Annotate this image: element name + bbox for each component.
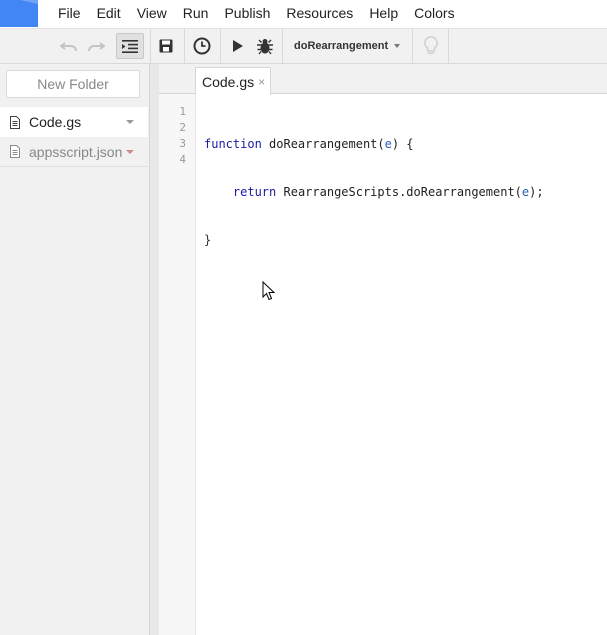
line-number-gutter: 1 2 3 4 — [159, 94, 196, 635]
file-item-appsscript-json[interactable]: appsscript.json — [0, 137, 148, 167]
apps-script-logo-icon[interactable] — [0, 0, 38, 27]
menu-edit[interactable]: Edit — [89, 1, 129, 25]
keyword-return: return — [232, 185, 277, 199]
code-line-1: function doRearrangement(e) { — [204, 136, 604, 152]
file-name: appsscript.json — [29, 143, 123, 160]
run-icon[interactable] — [224, 33, 252, 59]
param: e — [384, 137, 392, 151]
function-select[interactable]: doRearrangement — [286, 33, 410, 59]
save-icon[interactable] — [152, 33, 180, 59]
code-punct: ) { — [391, 137, 414, 151]
file-menu-chevron-icon[interactable] — [126, 150, 134, 154]
menu-items: File Edit View Run Publish Resources Hel… — [48, 0, 463, 25]
editor-tab-bar: Code.gs × — [159, 64, 607, 95]
menu-resources[interactable]: Resources — [278, 1, 361, 25]
toolbar-separator — [220, 29, 221, 64]
toolbar-separator — [282, 29, 283, 64]
toolbar: doRearrangement — [0, 28, 607, 64]
lightbulb-icon[interactable] — [417, 33, 445, 59]
apps-script-editor-window: File Edit View Run Publish Resources Hel… — [0, 0, 607, 635]
toolbar-separator — [448, 29, 449, 64]
menu-help[interactable]: Help — [361, 1, 406, 25]
close-icon[interactable]: × — [258, 75, 265, 89]
document-icon — [10, 115, 20, 129]
function-name: doRearrangement( — [261, 137, 385, 151]
undo-icon[interactable] — [55, 33, 83, 59]
sidebar-resize-handle[interactable] — [149, 64, 159, 635]
tab-code-gs[interactable]: Code.gs × — [195, 67, 271, 95]
function-select-value: doRearrangement — [294, 40, 389, 52]
code-line-2: return RearrangeScripts.doRearrangement(… — [204, 184, 604, 200]
toolbar-separator — [184, 29, 185, 64]
redo-icon[interactable] — [82, 33, 110, 59]
file-menu-chevron-icon[interactable] — [126, 120, 134, 124]
menu-bar: File Edit View Run Publish Resources Hel… — [0, 0, 607, 28]
menu-view[interactable]: View — [129, 1, 175, 25]
toolbar-separator — [412, 29, 413, 64]
code-punct: ); — [529, 185, 544, 199]
menu-colors[interactable]: Colors — [406, 1, 462, 25]
indent-icon[interactable] — [116, 33, 144, 59]
menu-file[interactable]: File — [48, 1, 89, 25]
menu-publish[interactable]: Publish — [216, 1, 278, 25]
file-name: Code.gs — [29, 114, 82, 130]
call-expression: RearrangeScripts.doRearrangement( — [276, 185, 522, 199]
document-icon — [10, 145, 20, 158]
keyword-function: function — [204, 137, 262, 151]
line-number: 1 — [179, 105, 186, 118]
chevron-down-icon — [394, 44, 401, 48]
line-number: 3 — [179, 137, 186, 150]
tab-label: Code.gs — [202, 73, 255, 90]
file-sidebar: New Folder Code.gs appsscript.json — [0, 64, 149, 635]
toolbar-separator — [150, 29, 151, 64]
line-number: 2 — [179, 121, 186, 134]
debug-bug-icon[interactable] — [251, 33, 279, 59]
new-folder-button[interactable]: New Folder — [6, 70, 140, 98]
code-line-3: } — [204, 233, 212, 247]
mouse-pointer-icon — [262, 280, 276, 301]
line-number: 4 — [179, 153, 186, 166]
menu-run[interactable]: Run — [175, 1, 217, 25]
clock-trigger-icon[interactable] — [188, 33, 216, 59]
file-item-code-gs[interactable]: Code.gs — [0, 107, 148, 137]
